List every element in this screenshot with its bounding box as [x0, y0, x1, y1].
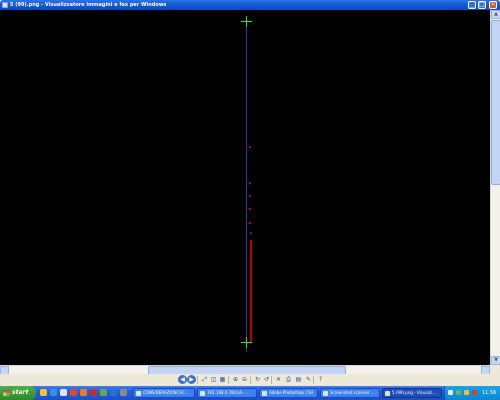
green-crosshair-top	[241, 16, 252, 27]
close-icon: ×	[490, 1, 496, 8]
red-vertical-line	[250, 240, 252, 343]
maximize-button[interactable]: □	[478, 1, 486, 9]
title-bar[interactable]: 5 (99).png - Visualizzatore immagini e f…	[0, 0, 500, 10]
toolbar-separator	[228, 376, 229, 384]
red-dot	[249, 208, 251, 210]
task-app-icon	[200, 391, 205, 396]
toolbar-separator	[271, 376, 272, 384]
taskbar-task-button[interactable]: Adobe Photoshop CS4	[259, 388, 318, 398]
security-icon[interactable]	[456, 390, 461, 395]
rotate-counterclockwise-icon[interactable]: ↺	[262, 375, 271, 384]
scroll-down-button[interactable]: ▼	[491, 356, 500, 365]
taskbar-task-button[interactable]: 5 (99).png - Visualiz...	[382, 388, 442, 398]
red-dot	[249, 146, 251, 148]
window-title: 5 (99).png - Visualizzatore immagini e f…	[10, 2, 167, 8]
quicklaunch-desktop-icon[interactable]	[60, 389, 67, 396]
print-icon[interactable]: ⎙	[284, 375, 293, 384]
task-app-icon	[262, 391, 267, 396]
quicklaunch-firefox-icon[interactable]	[80, 389, 87, 396]
green-crosshair-bottom	[241, 337, 252, 348]
minimize-icon: _	[470, 1, 474, 8]
red-dot	[249, 182, 251, 184]
quicklaunch-app-icon[interactable]	[110, 389, 117, 396]
close-button[interactable]: ×	[489, 1, 497, 9]
taskbar-task-button[interactable]: Screenshot scanner ...	[320, 388, 380, 398]
actual-size-icon[interactable]: ◫	[209, 375, 218, 384]
viewer-toolbar: ◀ ▶ ⤢ ◫ ▦ ⊕ ⊖ ↻ ↺ ✕ ⎙ ▤ ✎?	[0, 374, 500, 386]
start-button[interactable]: start	[0, 386, 36, 400]
app-icon	[2, 2, 8, 8]
scrollbar-corner	[490, 365, 500, 374]
toolbar-separator	[197, 376, 198, 384]
next-image-icon[interactable]: ▶	[187, 375, 196, 384]
toolbar-separator	[250, 376, 251, 384]
task-label: 5 (99).png - Visualiz...	[392, 390, 436, 395]
tray-app-icon[interactable]	[464, 390, 469, 395]
taskbar-task-button[interactable]: CONSIDERAZIONI SC...	[133, 388, 195, 398]
copy-to-icon[interactable]: ▤	[294, 375, 303, 384]
tray-app-icon[interactable]	[472, 390, 477, 395]
open-for-editing-icon[interactable]: ✎	[304, 375, 313, 384]
quicklaunch-folder-icon[interactable]	[40, 389, 47, 396]
quicklaunch-app-icon[interactable]	[90, 389, 97, 396]
arrow-up-icon: ▲	[494, 11, 498, 17]
taskbar: start CONSIDERAZIONI SC... 192.168.0.78/c…	[0, 386, 500, 400]
quicklaunch-app-icon[interactable]	[100, 389, 107, 396]
quicklaunch-app-icon[interactable]	[120, 389, 127, 396]
network-icon[interactable]	[448, 390, 453, 395]
quicklaunch-browser-icon[interactable]	[50, 389, 57, 396]
task-label: 192.168.0.78/cali - ...	[207, 390, 250, 395]
vertical-scrollbar[interactable]: ▲ ▼	[490, 10, 500, 365]
red-dot	[249, 222, 251, 224]
image-viewer-window: 5 (99).png - Visualizzatore immagini e f…	[0, 0, 500, 386]
zoom-out-icon[interactable]: ⊖	[240, 375, 249, 384]
zoom-in-icon[interactable]: ⊕	[231, 375, 240, 384]
red-dot	[249, 195, 251, 197]
start-label: start	[12, 389, 29, 396]
slideshow-icon[interactable]: ▦	[218, 375, 227, 384]
minimize-button[interactable]: _	[468, 1, 476, 9]
task-label: Screenshot scanner ...	[330, 390, 375, 395]
task-app-icon	[323, 391, 328, 396]
delete-icon[interactable]: ✕	[274, 375, 283, 384]
red-dot	[250, 232, 252, 234]
vertical-scroll-thumb[interactable]	[491, 20, 500, 185]
windows-logo-icon	[3, 389, 10, 396]
horizontal-scrollbar[interactable]	[0, 365, 490, 375]
blue-vertical-line	[246, 22, 247, 352]
image-display-area[interactable]	[0, 10, 490, 365]
quicklaunch-media-icon[interactable]	[70, 389, 77, 396]
best-fit-icon[interactable]: ⤢	[200, 375, 209, 384]
arrow-down-icon: ▼	[494, 357, 498, 363]
maximize-icon: □	[479, 1, 485, 8]
taskbar-task-button[interactable]: 192.168.0.78/cali - ...	[197, 388, 257, 398]
task-app-icon	[385, 391, 390, 396]
task-label: Adobe Photoshop CS4	[269, 390, 314, 395]
clock: 11.56	[482, 390, 497, 396]
toolbar-separator	[313, 376, 314, 384]
rotate-clockwise-icon[interactable]: ↻	[253, 375, 262, 384]
task-label: CONSIDERAZIONI SC...	[143, 390, 189, 395]
previous-image-icon[interactable]: ◀	[178, 375, 187, 384]
task-app-icon	[136, 391, 141, 396]
help-icon[interactable]: ?	[316, 375, 325, 384]
scroll-up-button[interactable]: ▲	[491, 10, 500, 19]
